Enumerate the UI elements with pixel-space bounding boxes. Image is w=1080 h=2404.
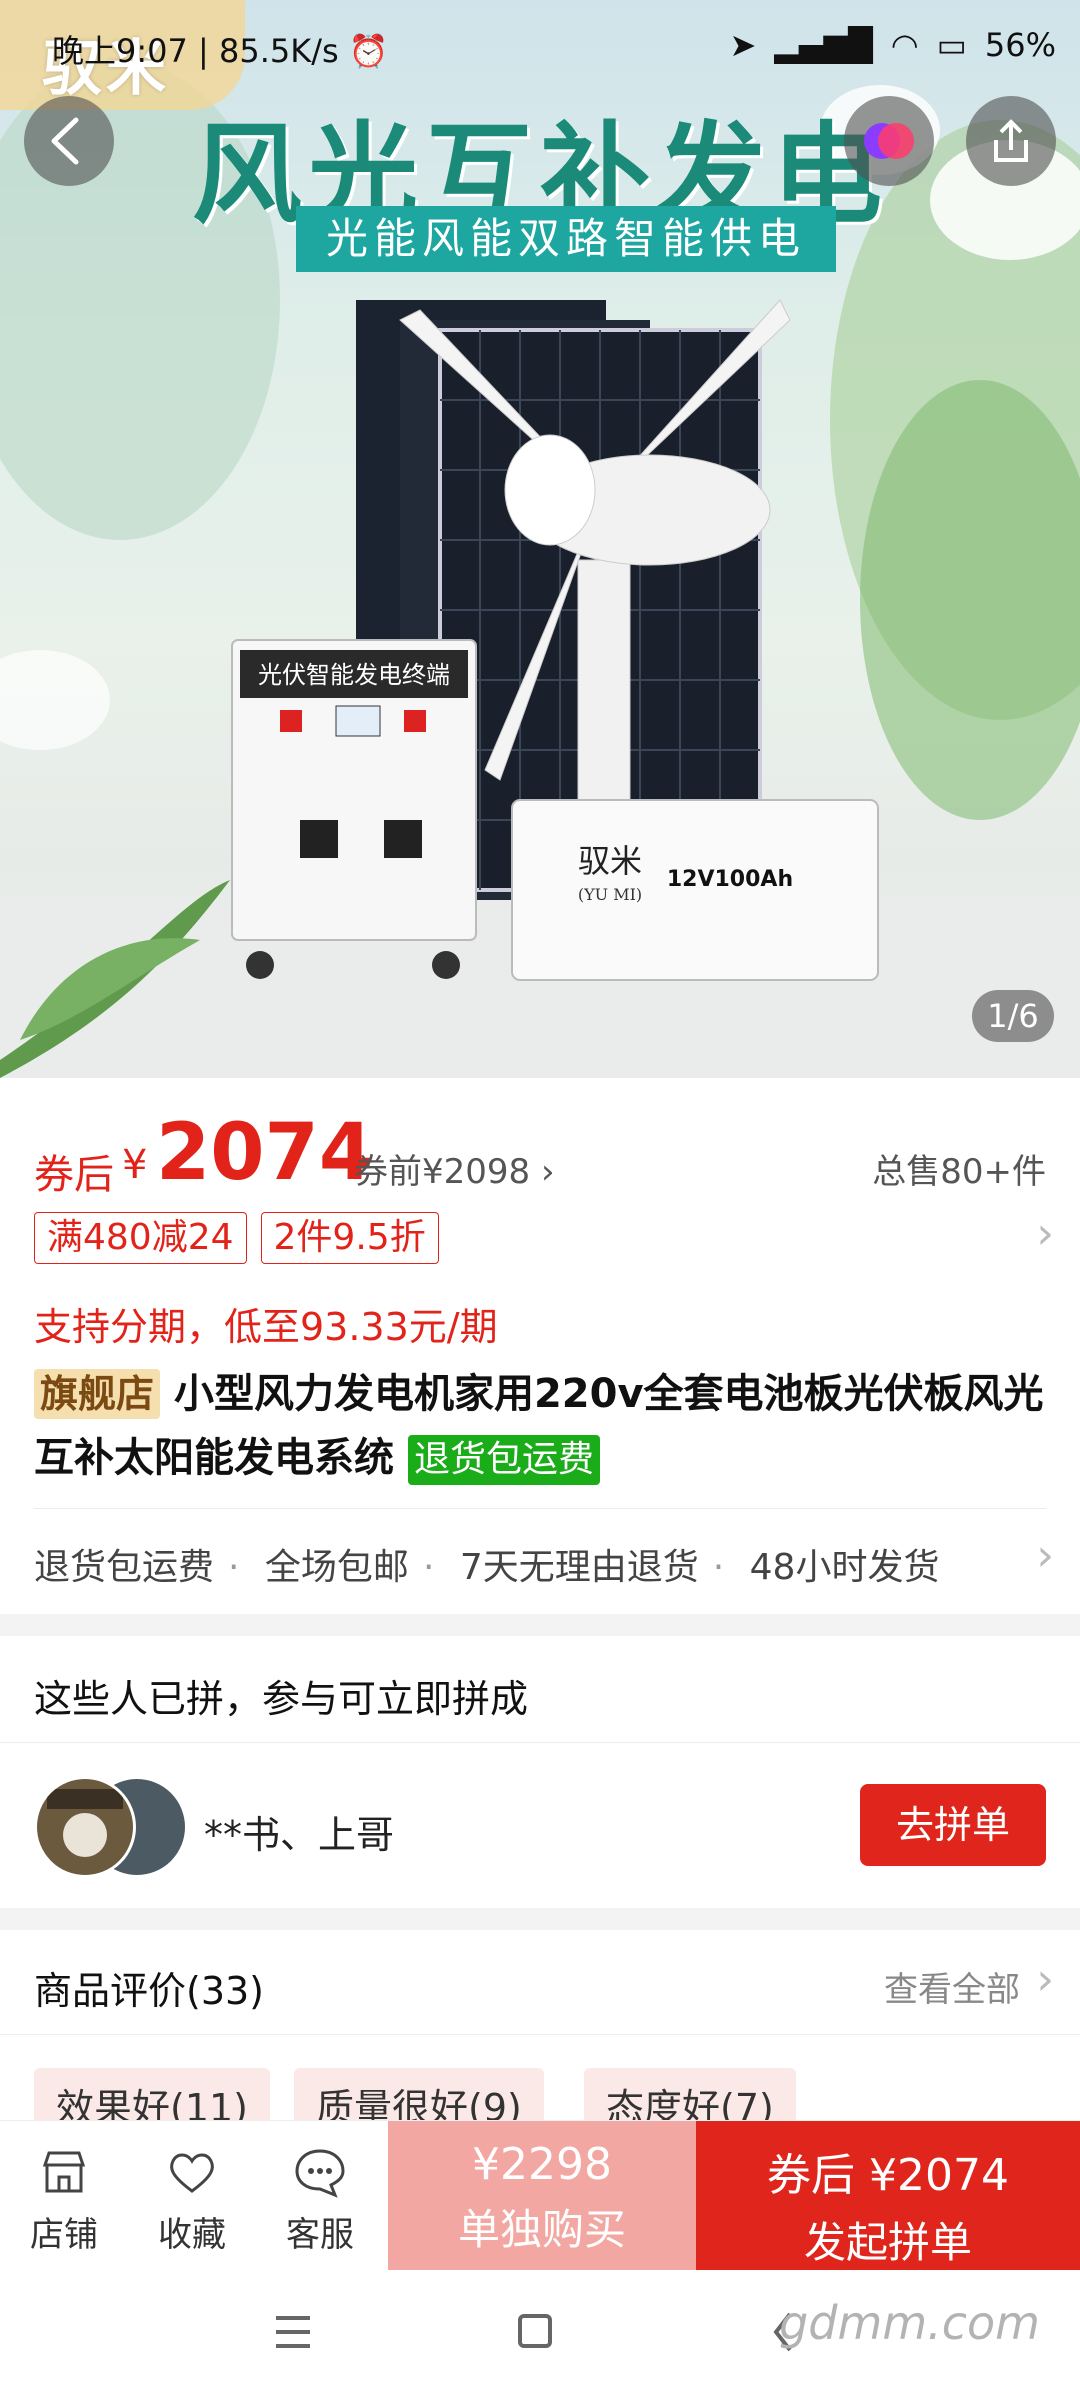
chevron-right-icon[interactable]: › <box>1036 1954 1054 2005</box>
status-time: 晚上9:07 <box>52 32 188 70</box>
battery-brand-en: (YU MI) <box>578 885 642 904</box>
back-arrow-icon <box>51 117 79 165</box>
group-buy-title: 这些人已拼，参与可立即拼成 <box>34 1677 529 1721</box>
favorite-label: 收藏 <box>158 2215 226 2255</box>
chevron-right-icon[interactable]: › <box>1036 1208 1054 1259</box>
product-image-carousel[interactable]: 光伏智能发电终端 驭米 (YU MI) 12V100Ah 风光互补发电 光能风能… <box>0 0 1080 1078</box>
battery-spec: 12V100Ah <box>667 867 793 892</box>
promo-tag: 满480减24 <box>34 1212 247 1264</box>
chevron-right-icon[interactable]: › <box>1036 1530 1054 1581</box>
battery-brand: 驭米 <box>578 842 642 880</box>
shop-label: 店铺 <box>30 2215 98 2255</box>
flagship-tag: 旗舰店 <box>34 1369 161 1419</box>
section-gap <box>0 1614 1080 1636</box>
location-icon: ➤ <box>729 26 757 64</box>
start-group-buy-button[interactable]: 券后 ¥2074 发起拼单 <box>696 2121 1080 2271</box>
view-all-reviews-link[interactable]: 查看全部 <box>884 1962 1020 2011</box>
store-icon <box>42 2151 86 2193</box>
share-icon <box>994 119 1028 162</box>
mini-app-button[interactable] <box>844 96 934 186</box>
alarm-icon: ⏰ <box>348 32 389 70</box>
status-right: ➤ ▂▄▆█ ◠ ▭ 56% <box>729 26 1056 64</box>
back-button[interactable] <box>24 96 114 186</box>
divider <box>34 1508 1046 1509</box>
total-sold: 总售80+件 <box>872 1152 1046 1192</box>
status-bar: 晚上9:07 | 85.5K/s ⏰ ➤ ▂▄▆█ ◠ ▭ 56% <box>0 0 1080 100</box>
alone-label: 单独购买 <box>457 2205 626 2254</box>
group-avatars <box>34 1776 194 1878</box>
chevron-right-icon: › <box>540 1152 555 1192</box>
status-left: 晚上9:07 | 85.5K/s ⏰ <box>52 32 389 70</box>
group-member-names: **书、上哥 <box>204 1813 395 1857</box>
favorite-button[interactable]: 收藏 <box>142 2143 242 2256</box>
service-item: 7天无理由退货 <box>459 1547 699 1588</box>
currency-symbol: ¥ <box>122 1142 148 1188</box>
device-label: 光伏智能发电终端 <box>258 661 450 689</box>
hero-subtitle: 光能风能双路智能供电 <box>296 206 836 272</box>
promo-tag: 2件9.5折 <box>260 1212 439 1264</box>
group-label: 发起拼单 <box>803 2218 972 2267</box>
share-button[interactable] <box>966 96 1056 186</box>
before-coupon-text: 券前¥2098 <box>354 1152 531 1192</box>
service-item: 退货包运费 <box>34 1547 215 1588</box>
menu-icon <box>276 2316 310 2348</box>
wifi-icon: ◠ <box>890 26 919 64</box>
image-counter: 1/6 <box>972 990 1054 1042</box>
join-group-button[interactable]: 去拼单 <box>860 1784 1046 1866</box>
service-item: 48小时发货 <box>749 1547 940 1588</box>
divider <box>0 1742 1080 1743</box>
product-title-block: 旗舰店 小型风力发电机家用220v全套电池板光伏板风光互补太阳能发电系统 退货包… <box>34 1362 1046 1490</box>
promo-tags[interactable]: 满480减24 2件9.5折 <box>34 1212 439 1264</box>
chat-bubble-icon <box>295 2149 345 2198</box>
service-item: 全场包邮 <box>264 1547 409 1588</box>
watermark: gdmm.com <box>779 2296 1040 2350</box>
alone-price: ¥2298 <box>472 2139 612 2190</box>
service-guarantees[interactable]: 退货包运费 · 全场包邮 · 7天无理由退货 · 48小时发货 <box>34 1538 939 1590</box>
section-gap <box>0 1908 1080 1930</box>
price-row: 券后 ¥ 2074 券前¥2098 › 总售80+件 <box>34 1108 1046 1198</box>
divider <box>0 2034 1080 2035</box>
battery-icon: ▭ <box>936 26 967 64</box>
before-coupon-price[interactable]: 券前¥2098 › <box>354 1144 555 1193</box>
multi-color-circle-icon <box>864 123 914 159</box>
reviews-title: 商品评价(33) <box>34 1969 265 2013</box>
shop-nav-button[interactable]: 店铺 <box>14 2143 114 2256</box>
installment-info: 支持分期，低至93.33元/期 <box>34 1305 498 1349</box>
return-shipping-tag: 退货包运费 <box>407 1435 600 1485</box>
home-icon <box>518 2314 552 2348</box>
status-net-speed: 85.5K/s <box>219 32 339 70</box>
service-label: 客服 <box>286 2215 354 2255</box>
group-price: 券后 ¥2074 <box>767 2150 1009 2201</box>
bottom-action-bar: 店铺 收藏 客服 ¥2298 单独购买 券后 ¥2074 发起拼单 <box>0 2120 1080 2271</box>
customer-service-button[interactable]: 客服 <box>270 2143 370 2256</box>
coupon-price: 2074 <box>156 1108 374 1198</box>
coupon-label: 券后 <box>34 1152 114 1198</box>
battery-percent: 56% <box>984 26 1056 64</box>
buy-alone-button[interactable]: ¥2298 单独购买 <box>388 2121 696 2271</box>
signal-icon: ▂▄▆█ <box>774 26 873 64</box>
heart-icon <box>170 2153 214 2193</box>
avatar <box>34 1776 136 1878</box>
